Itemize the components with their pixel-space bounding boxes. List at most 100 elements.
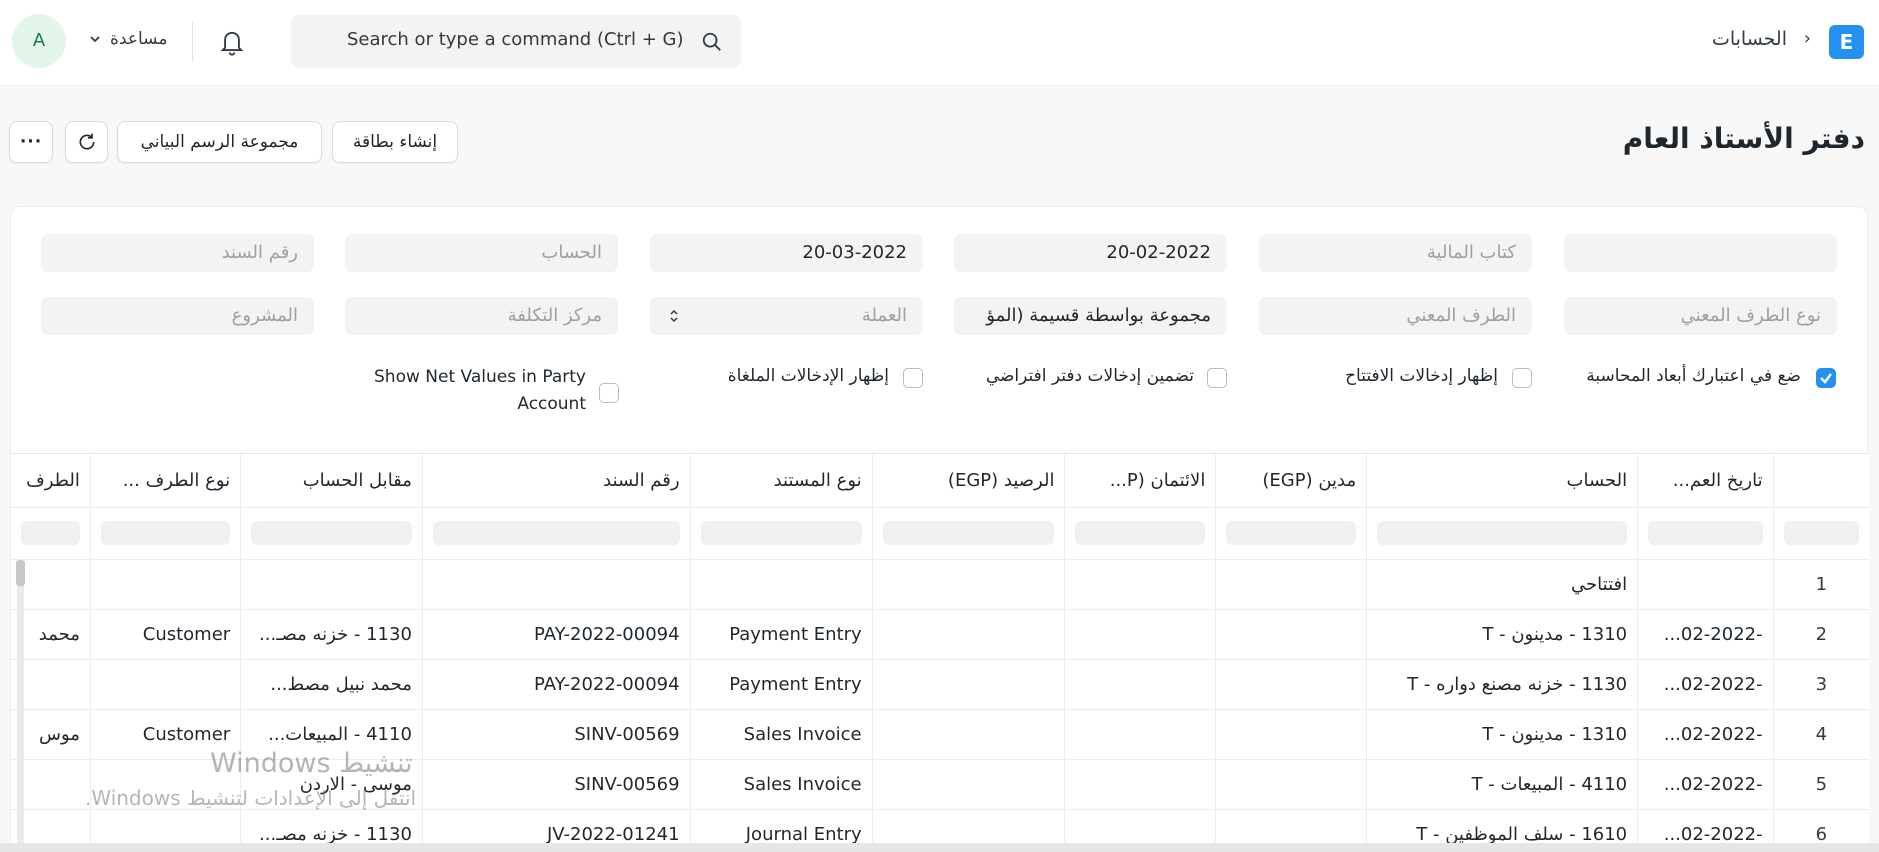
from-date-field[interactable]: 20-02-2022 <box>954 234 1227 272</box>
cell-balance <box>871 659 1065 710</box>
avatar[interactable]: A <box>12 14 66 68</box>
more-button[interactable]: ··· <box>9 121 53 163</box>
row-number: 2 <box>1772 609 1869 660</box>
group-by-field[interactable]: مجموعة بواسطة قسيمة (المؤ <box>954 297 1227 335</box>
cell-credit <box>1064 659 1216 710</box>
party-type-field[interactable]: نوع الطرف المعني <box>1564 297 1837 335</box>
help-label: مساعدة <box>110 29 168 49</box>
cell-account: 1310 - مدينون - T <box>1366 709 1638 760</box>
cell-debit <box>1215 609 1367 660</box>
col-account[interactable]: الحساب <box>1366 454 1638 508</box>
table-row[interactable]: 2 ...02-2022- 1310 - مدينون - T Payment … <box>10 609 1869 660</box>
cell-voucher-no <box>421 559 691 610</box>
cell-debit <box>1215 659 1367 710</box>
app-logo[interactable]: E <box>1829 25 1864 59</box>
search-icon <box>702 32 721 51</box>
create-card-button[interactable]: إنشاء بطاقة <box>332 121 458 163</box>
show-opening-label: إظهار إدخالات الافتتاح <box>1345 366 1498 386</box>
cell-party-type <box>89 659 241 710</box>
chart-group-button[interactable]: مجموعة الرسم البياني <box>117 121 322 163</box>
vertical-scrollbar[interactable] <box>17 560 24 852</box>
cell-against-account: محمد نبيل مصط... <box>240 659 423 710</box>
cell-date: ...02-2022- <box>1637 709 1774 760</box>
col-party[interactable]: الطرف <box>10 454 91 508</box>
col-voucher-no[interactable]: رقم السند <box>421 454 691 508</box>
col-row-number <box>1772 454 1869 508</box>
col-balance[interactable]: الرصيد (EGP) <box>871 454 1065 508</box>
project-field[interactable]: المشروع <box>41 297 314 335</box>
column-filter[interactable] <box>1215 507 1367 560</box>
cell-date <box>1637 559 1774 610</box>
cell-voucher-no: SINV-00569 <box>421 759 691 810</box>
column-filter[interactable] <box>240 507 423 560</box>
cost-center-field[interactable]: مركز التكلفة <box>345 297 618 335</box>
show-opening-checkbox[interactable] <box>1512 368 1532 388</box>
column-filter[interactable] <box>1366 507 1638 560</box>
col-party-type[interactable]: نوع الطرف ... <box>89 454 241 508</box>
search-input[interactable]: Search or type a command (Ctrl + G) <box>291 15 741 68</box>
watermark-subtitle: انتقل إلى الإعدادات لتنشيط Windows. <box>85 786 417 810</box>
select-arrows-icon <box>670 309 678 323</box>
cell-voucher-type <box>689 559 873 610</box>
col-against-account[interactable]: مقابل الحساب <box>240 454 423 508</box>
check-icon <box>1820 373 1832 384</box>
cell-debit <box>1215 759 1367 810</box>
row-number: 4 <box>1772 709 1869 760</box>
row-number: 3 <box>1772 659 1869 710</box>
consider-dimensions-checkbox[interactable] <box>1816 368 1836 388</box>
table-row[interactable]: 1 افتتاحي <box>10 559 1869 610</box>
cell-voucher-type: Sales Invoice <box>689 759 873 810</box>
currency-select[interactable]: العملة <box>650 297 923 335</box>
breadcrumb-separator: › <box>1803 28 1811 49</box>
scrollbar-thumb[interactable] <box>16 560 25 586</box>
cell-balance <box>871 709 1065 760</box>
row-number: 5 <box>1772 759 1869 810</box>
page-title: دفتر الأستاذ العام <box>1622 122 1865 155</box>
row-number: 1 <box>1772 559 1869 610</box>
voucher-no-field[interactable]: رقم السند <box>41 234 314 272</box>
column-filter[interactable] <box>89 507 241 560</box>
watermark-title: تنشيط Windows <box>210 748 413 779</box>
cell-balance <box>871 559 1065 610</box>
bell-icon[interactable] <box>218 27 246 57</box>
cell-voucher-type: Sales Invoice <box>689 709 873 760</box>
cell-account: 1130 - خزنه مصنع دواره - T <box>1366 659 1638 710</box>
horizontal-scrollbar[interactable] <box>0 843 1879 852</box>
navbar: E › الحسابات Search or type a command (C… <box>0 0 1879 86</box>
include-default-book-checkbox[interactable] <box>1207 368 1227 388</box>
col-voucher-type[interactable]: نوع المستند <box>689 454 873 508</box>
cell-date: ...02-2022- <box>1637 659 1774 710</box>
col-credit[interactable]: الائتمان (P... <box>1064 454 1216 508</box>
column-filter-row <box>10 507 1869 560</box>
breadcrumb-accounts[interactable]: الحسابات <box>1712 28 1787 50</box>
col-debit[interactable]: مدين (EGP) <box>1215 454 1367 508</box>
column-filter[interactable] <box>1064 507 1216 560</box>
col-posting-date[interactable]: تاريخ العم... <box>1637 454 1774 508</box>
cell-party-type: Customer <box>89 609 241 660</box>
column-filter[interactable] <box>10 507 91 560</box>
column-filter[interactable] <box>871 507 1065 560</box>
include-default-book-label: تضمين إدخالات دفتر افتراضي <box>985 366 1194 386</box>
cell-date: ...02-2022- <box>1637 609 1774 660</box>
refresh-button[interactable] <box>65 121 108 163</box>
column-filter[interactable] <box>421 507 691 560</box>
company-field[interactable] <box>1564 234 1837 272</box>
cell-voucher-no: PAY-2022-00094 <box>421 609 691 660</box>
table-row[interactable]: 3 ...02-2022- 1130 - خزنه مصنع دواره - T… <box>10 659 1869 710</box>
show-cancelled-checkbox[interactable] <box>903 368 923 388</box>
cell-credit <box>1064 609 1216 660</box>
show-cancelled-label: إظهار الإدخالات الملغاة <box>727 366 889 386</box>
refresh-icon <box>79 133 95 150</box>
finance-book-field[interactable]: كتاب المالية <box>1259 234 1532 272</box>
show-net-values-checkbox[interactable] <box>599 383 619 403</box>
to-date-field[interactable]: 20-03-2022 <box>650 234 923 272</box>
search-placeholder: Search or type a command (Ctrl + G) <box>347 29 684 50</box>
cell-credit <box>1064 559 1216 610</box>
column-filter[interactable] <box>1772 507 1869 560</box>
cell-voucher-no: PAY-2022-00094 <box>421 659 691 710</box>
column-filter[interactable] <box>689 507 873 560</box>
party-field[interactable]: الطرف المعني <box>1259 297 1532 335</box>
column-filter[interactable] <box>1637 507 1774 560</box>
account-field[interactable]: الحساب <box>345 234 618 272</box>
cell-debit <box>1215 709 1367 760</box>
